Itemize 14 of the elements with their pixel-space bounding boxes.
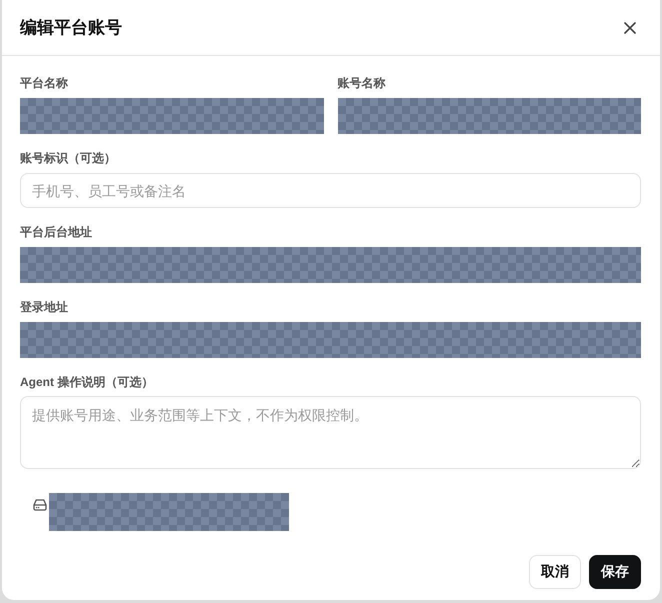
field-label: 登录地址 <box>20 299 69 315</box>
save-button[interactable]: 保存 <box>589 555 641 589</box>
field-label: 平台名称 <box>20 75 69 91</box>
hard-drive-icon <box>33 499 47 511</box>
field-label: Agent 操作说明（可选） <box>20 374 154 390</box>
close-icon <box>624 22 636 34</box>
field-label: 账号名称 <box>338 75 386 91</box>
close-button[interactable] <box>622 20 638 36</box>
input-field[interactable]: 手机号、员工号或备注名 <box>20 173 641 208</box>
field-label: 平台后台地址 <box>20 224 93 240</box>
cancel-button[interactable]: 取消 <box>529 555 581 589</box>
textarea-field[interactable]: 提供账号用途、业务范围等上下文，不作为权限控制。 <box>20 396 641 469</box>
dialog-title: 编辑平台账号 <box>20 16 122 38</box>
field-label: 账号标识（可选） <box>20 150 117 166</box>
